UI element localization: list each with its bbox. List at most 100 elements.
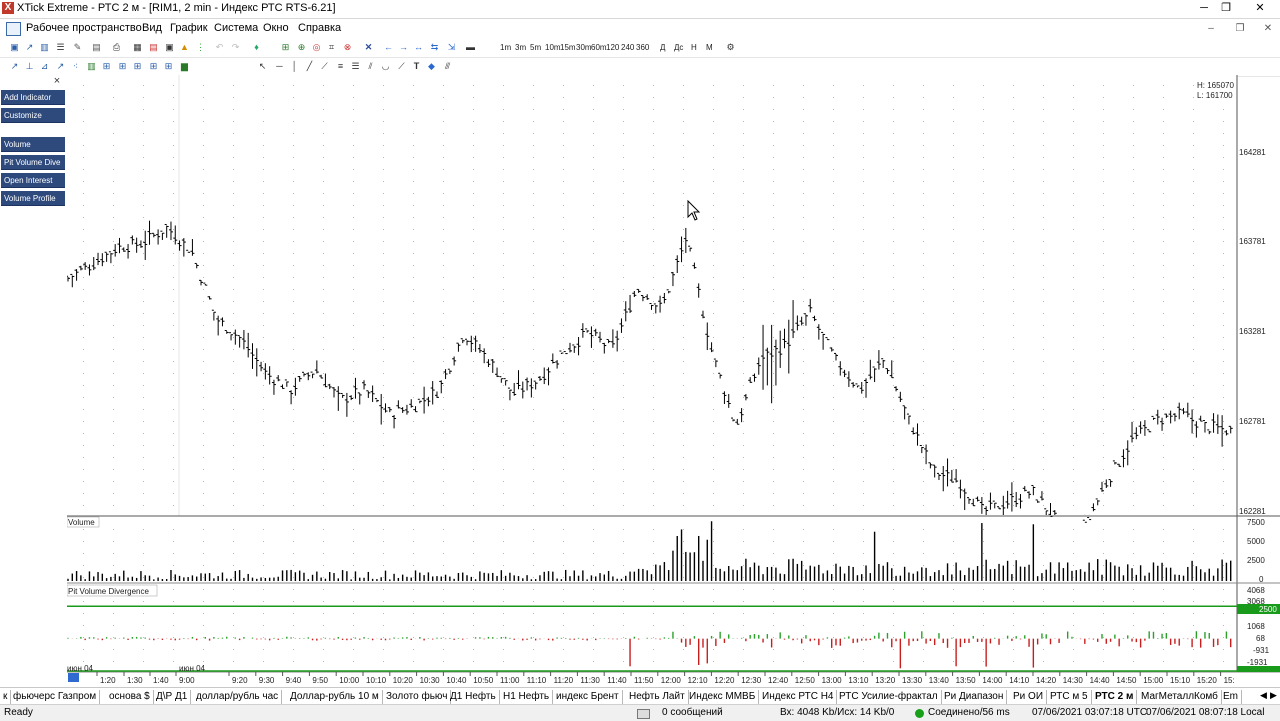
tab-chart[interactable]: основа $	[106, 690, 154, 704]
dots-icon[interactable]: ⋮	[195, 42, 206, 53]
expand-icon[interactable]: ↔	[413, 42, 424, 53]
maximize-window-button[interactable]: ❐	[1216, 0, 1236, 16]
tf-1m[interactable]: 1m	[500, 43, 511, 52]
chart-bars-icon[interactable]: ▥	[39, 42, 50, 53]
tab-chart[interactable]: Золото фьюч	[383, 690, 452, 704]
tf-60m[interactable]: 60m	[591, 43, 607, 52]
bulb-icon[interactable]: ♦	[251, 42, 262, 53]
erase-tool-icon[interactable]: ⫻	[442, 61, 453, 72]
scroll-left-icon[interactable]: ←	[383, 42, 394, 53]
tab-chart[interactable]: фьючерс Газпром	[10, 690, 101, 704]
mdi-close-button[interactable]: ✕	[1260, 22, 1276, 36]
tf-week[interactable]: Н	[691, 43, 697, 52]
redo-icon[interactable]: ↷	[230, 42, 241, 53]
tab-chart[interactable]: Индекс ММВБ	[686, 690, 760, 704]
tab-chart[interactable]: Индекс РТС Н4	[759, 690, 838, 704]
chart-line-icon[interactable]: ↗	[24, 42, 35, 53]
vline-tool-icon[interactable]: │	[289, 61, 300, 72]
close-all-icon[interactable]: ✕	[363, 42, 374, 53]
indicator-volume-profile-button[interactable]: Volume Profile	[1, 191, 65, 206]
tf-10m[interactable]: 10m	[545, 43, 561, 52]
menu-chart[interactable]: График	[170, 22, 208, 34]
messages-icon[interactable]	[637, 709, 650, 719]
settings-icon[interactable]: ⚙	[725, 42, 736, 53]
indicator-open-interest-button[interactable]: Open Interest	[1, 173, 65, 188]
text-tool-icon[interactable]: T	[411, 61, 422, 72]
tab-chart[interactable]: Ри ОИ	[1010, 690, 1047, 704]
chart-area[interactable]: H: 165070 L: 161700 164281 163781 163281…	[67, 75, 1280, 687]
mdi-restore-button[interactable]: ❐	[1232, 22, 1248, 36]
tab-chart[interactable]: индекс Брент	[553, 690, 623, 704]
compress-icon[interactable]: ⇆	[429, 42, 440, 53]
indicator-pvd-button[interactable]: Pit Volume Dive	[1, 155, 65, 170]
tabs-scroll-left-button[interactable]: ◀	[1260, 690, 1267, 701]
chart-type-renko-icon[interactable]: ⊞	[132, 61, 143, 72]
close-window-button[interactable]: ✕	[1240, 0, 1280, 16]
tf-120[interactable]: 120	[606, 43, 619, 52]
tab-chart[interactable]: Д1 Нефть	[447, 690, 500, 704]
tab-chart[interactable]: доллар/рубль час	[193, 690, 283, 704]
shapes-tool-icon[interactable]: ◆	[426, 61, 437, 72]
mdi-minimize-button[interactable]: –	[1203, 22, 1219, 36]
tab-chart[interactable]: Доллар-рубль 10 м	[287, 690, 383, 704]
tab-chart[interactable]: РТС 2 м	[1092, 690, 1138, 704]
tab-chart[interactable]: Ри Диапазон	[941, 690, 1008, 704]
customize-button[interactable]: Customize	[1, 108, 65, 123]
chart-type-cluster-icon[interactable]: ▆	[179, 61, 190, 72]
chart-type-volume-icon[interactable]: ▥	[86, 61, 97, 72]
tab-chart[interactable]: МагМеталлКомб	[1138, 690, 1222, 704]
undo-icon[interactable]: ↶	[214, 42, 225, 53]
stop-icon[interactable]: ⊗	[342, 42, 353, 53]
channel-tool-icon[interactable]: ≡	[335, 61, 346, 72]
tf-month[interactable]: М	[706, 43, 713, 52]
delete-icon[interactable]: ▤	[148, 42, 159, 53]
tab-chart[interactable]: РТС м 5	[1047, 690, 1092, 704]
scroll-right-icon[interactable]: →	[398, 42, 409, 53]
tab-chart[interactable]: Нефть Лайт	[626, 690, 689, 704]
add-indicator-button[interactable]: Add Indicator	[1, 90, 65, 105]
alert-icon[interactable]: ▲	[179, 42, 190, 53]
chart-type-dots-icon[interactable]: ⁖	[70, 61, 81, 72]
menu-help[interactable]: Справка	[298, 22, 341, 34]
indicator-volume-button[interactable]: Volume	[1, 137, 65, 152]
tf-5m[interactable]: 5m	[530, 43, 541, 52]
chart-type-hlc-icon[interactable]: ⊞	[117, 61, 128, 72]
status-messages[interactable]: 0 сообщений	[662, 707, 723, 718]
tf-240[interactable]: 240	[621, 43, 634, 52]
scale-icon[interactable]: ⇲	[446, 42, 457, 53]
chart-type-line-icon[interactable]: ↗	[9, 61, 20, 72]
chart-type-ohlc-icon[interactable]: ↗	[55, 61, 66, 72]
target-icon[interactable]: ◎	[311, 42, 322, 53]
document-icon[interactable]: ▤	[91, 42, 102, 53]
menu-view[interactable]: Вид	[142, 22, 162, 34]
chart-new-icon[interactable]: ▣	[9, 42, 20, 53]
tf-3m[interactable]: 3m	[515, 43, 526, 52]
fibo-tool-icon[interactable]: ☰	[350, 61, 361, 72]
chart-type-area-icon[interactable]: ⊿	[39, 61, 50, 72]
tab-chart[interactable]: Д\Р Д1	[153, 690, 192, 704]
tab-chart[interactable]: Н1 Нефть	[500, 690, 554, 704]
pitchfork-tool-icon[interactable]: ⫽	[365, 61, 376, 72]
arc-tool-icon[interactable]: ◡	[380, 61, 391, 72]
tf-360[interactable]: 360	[636, 43, 649, 52]
print-icon[interactable]: ⎙	[111, 42, 122, 53]
add-chart-icon[interactable]: ⊕	[296, 42, 307, 53]
bar-type-icon[interactable]: ▬	[465, 42, 476, 53]
chart-type-bar-icon[interactable]: ⊥	[24, 61, 35, 72]
tab-chart[interactable]: Em	[1220, 690, 1242, 704]
hline-tool-icon[interactable]: ─	[274, 61, 285, 72]
ray-tool-icon[interactable]: ⟋	[319, 61, 330, 72]
chart-type-pnf-icon[interactable]: ⊞	[163, 61, 174, 72]
sidebar-close-button[interactable]: ×	[52, 76, 62, 87]
table-icon[interactable]: ▦	[132, 42, 143, 53]
chart-type-candle-icon[interactable]: ⊞	[101, 61, 112, 72]
pencil-icon[interactable]: ✎	[72, 42, 83, 53]
tf-15m[interactable]: 15m	[560, 43, 576, 52]
pointer-tool-icon[interactable]: ↖	[257, 61, 268, 72]
chart-type-kagi-icon[interactable]: ⊞	[148, 61, 159, 72]
menu-window[interactable]: Окно	[263, 22, 289, 34]
crop-icon[interactable]: ⌗	[326, 42, 337, 53]
tf-30m[interactable]: 30m	[576, 43, 592, 52]
tabs-scroll-right-button[interactable]: ▶	[1270, 690, 1277, 701]
menu-system[interactable]: Система	[214, 22, 258, 34]
